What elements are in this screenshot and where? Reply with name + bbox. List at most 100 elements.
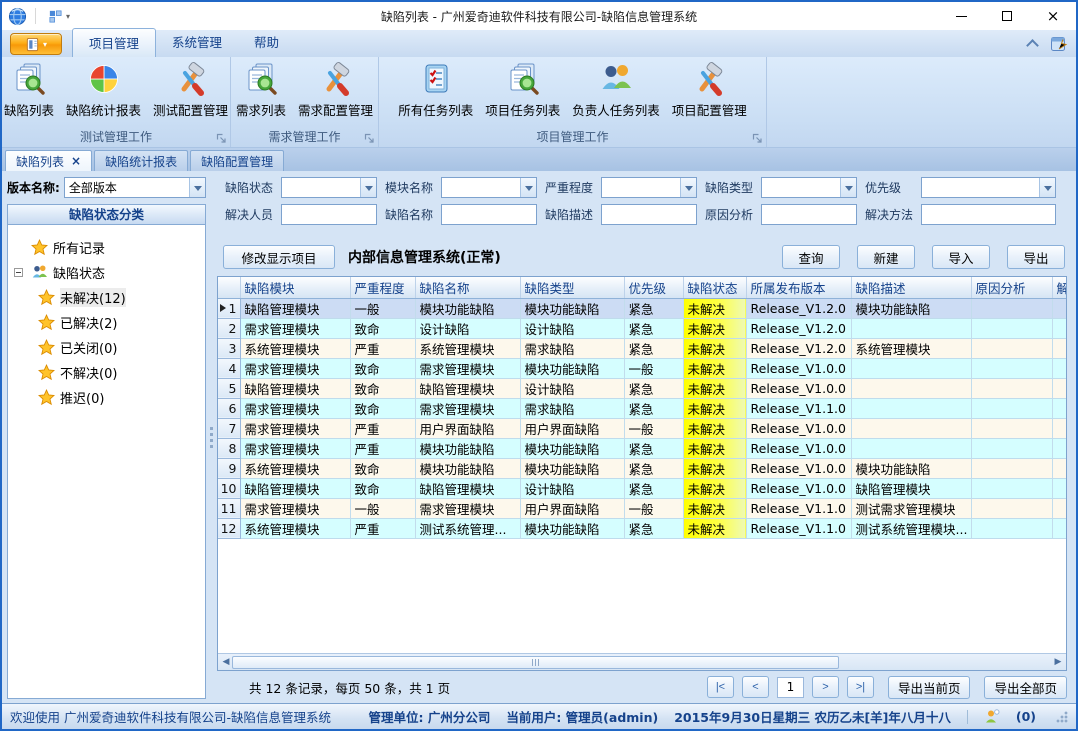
version-combobox[interactable]: 全部版本 [64, 177, 206, 198]
next-page-button[interactable]: > [812, 676, 839, 698]
chevron-down-icon[interactable] [840, 178, 856, 197]
cell-缺陷类型: 模块功能缺陷 [520, 358, 624, 378]
cell-解决方法 [1052, 438, 1066, 458]
chevron-down-icon[interactable] [1039, 178, 1055, 197]
table-row[interactable]: 7需求管理模块严重用户界面缺陷用户界面缺陷一般未解决Release_V1.0.0 [218, 418, 1066, 438]
panel-splitter[interactable] [207, 171, 216, 703]
tree-item-缺陷状态[interactable]: 缺陷状态 [10, 260, 203, 285]
column-header-解决方法[interactable]: 解决方法 [1052, 277, 1066, 298]
table-row[interactable]: 2需求管理模块致命设计缺陷设计缺陷紧急未解决Release_V1.2.0 [218, 318, 1066, 338]
tree-item-推迟(0)[interactable]: 推迟(0) [10, 385, 203, 410]
dialog-launcher-icon[interactable] [216, 133, 227, 144]
column-header-缺陷类型[interactable]: 缺陷类型 [520, 277, 624, 298]
filter-input-原因分析[interactable] [761, 204, 857, 225]
table-row[interactable]: 12系统管理模块严重测试系统管理...模块功能缺陷紧急未解决Release_V1… [218, 518, 1066, 538]
column-header-优先级[interactable]: 优先级 [624, 277, 683, 298]
table-row[interactable]: 3系统管理模块严重系统管理模块需求缺陷紧急未解决Release_V1.2.0系统… [218, 338, 1066, 358]
tree-item-不解决(0)[interactable]: 不解决(0) [10, 360, 203, 385]
action-button-导入[interactable]: 导入 [932, 245, 990, 269]
column-header-缺陷描述[interactable]: 缺陷描述 [851, 277, 971, 298]
filter-combobox-缺陷状态[interactable] [281, 177, 377, 198]
ribbon-right-icons [1026, 35, 1068, 53]
tree-item-已关闭(0)[interactable]: 已关闭(0) [10, 335, 203, 360]
ribbon-button-负责人任务列表[interactable]: 负责人任务列表 [566, 60, 666, 121]
table-row[interactable]: 1缺陷管理模块一般模块功能缺陷模块功能缺陷紧急未解决Release_V1.2.0… [218, 298, 1066, 318]
column-header-原因分析[interactable]: 原因分析 [971, 277, 1052, 298]
chevron-down-icon[interactable] [189, 178, 205, 197]
ribbon-button-项目任务列表[interactable]: 项目任务列表 [479, 60, 566, 121]
action-button-查询[interactable]: 查询 [782, 245, 840, 269]
document-tab-缺陷列表[interactable]: 缺陷列表× [5, 150, 92, 171]
table-row[interactable]: 9系统管理模块致命模块功能缺陷模块功能缺陷紧急未解决Release_V1.0.0… [218, 458, 1066, 478]
ribbon-tab-系统管理[interactable]: 系统管理 [156, 28, 238, 57]
close-tab-icon[interactable]: × [71, 155, 81, 167]
prev-page-button[interactable]: < [742, 676, 769, 698]
filter-input-缺陷名称[interactable] [441, 204, 537, 225]
document-tab-缺陷统计报表[interactable]: 缺陷统计报表 [94, 150, 188, 171]
document-tab-缺陷配置管理[interactable]: 缺陷配置管理 [190, 150, 284, 171]
dialog-launcher-icon[interactable] [364, 133, 375, 144]
page-number-input[interactable] [777, 677, 804, 698]
table-row[interactable]: 4需求管理模块致命需求管理模块模块功能缺陷一般未解决Release_V1.0.0 [218, 358, 1066, 378]
column-header-所属发布版本[interactable]: 所属发布版本 [746, 277, 851, 298]
maximize-button[interactable] [984, 2, 1030, 30]
application-menu-button[interactable]: ▾ [10, 33, 62, 55]
filter-combobox-严重程度[interactable] [601, 177, 697, 198]
filter-input-解决方法[interactable] [921, 204, 1056, 225]
cell-严重程度: 致命 [350, 398, 415, 418]
resize-grip-icon[interactable] [1056, 711, 1068, 723]
ribbon-button-需求列表[interactable]: 需求列表 [230, 60, 292, 121]
filter-input-解决人员[interactable] [281, 204, 377, 225]
column-header-严重程度[interactable]: 严重程度 [350, 277, 415, 298]
scroll-right-icon[interactable]: ▶ [1052, 657, 1064, 667]
modify-display-items-button[interactable]: 修改显示项目 [223, 245, 335, 269]
action-button-新建[interactable]: 新建 [857, 245, 915, 269]
table-row[interactable]: 5缺陷管理模块致命缺陷管理模块设计缺陷紧急未解决Release_V1.0.0 [218, 378, 1066, 398]
export-current-page-button[interactable]: 导出当前页 [888, 676, 971, 699]
dialog-launcher-icon[interactable] [752, 133, 763, 144]
column-header-缺陷名称[interactable]: 缺陷名称 [415, 277, 520, 298]
first-page-button[interactable]: |< [707, 676, 734, 698]
cell-解决方法 [1052, 518, 1066, 538]
chevron-down-icon[interactable] [360, 178, 376, 197]
ribbon-button-测试配置管理[interactable]: 测试配置管理 [147, 60, 234, 121]
table-row[interactable]: 10缺陷管理模块致命缺陷管理模块设计缺陷紧急未解决Release_V1.0.0缺… [218, 478, 1066, 498]
scroll-left-icon[interactable]: ◀ [220, 657, 232, 667]
menu-icon [25, 37, 40, 52]
ribbon-button-项目配置管理[interactable]: 项目配置管理 [666, 60, 753, 121]
table-row[interactable]: 11需求管理模块一般需求管理模块用户界面缺陷一般未解决Release_V1.1.… [218, 498, 1066, 518]
filter-input-缺陷描述[interactable] [601, 204, 697, 225]
ribbon-tab-帮助[interactable]: 帮助 [238, 28, 295, 57]
ribbon-tab-项目管理[interactable]: 项目管理 [72, 28, 156, 57]
minimize-button[interactable] [938, 2, 984, 30]
last-page-button[interactable]: >| [847, 676, 874, 698]
quick-access-toolbar[interactable]: ▾ [44, 7, 74, 26]
chevron-down-icon[interactable] [520, 178, 536, 197]
ribbon-button-缺陷列表[interactable]: 缺陷列表 [0, 60, 60, 121]
tree-item-所有记录[interactable]: 所有记录 [10, 235, 203, 260]
export-all-pages-button[interactable]: 导出全部页 [984, 676, 1067, 699]
filter-label-解决人员: 解决人员 [225, 206, 281, 223]
filter-combobox-优先级[interactable] [921, 177, 1056, 198]
close-button[interactable]: × [1030, 2, 1076, 30]
ribbon-button-需求配置管理[interactable]: 需求配置管理 [292, 60, 379, 121]
column-header-缺陷模块[interactable]: 缺陷模块 [240, 277, 350, 298]
tree-item-已解决(2)[interactable]: 已解决(2) [10, 310, 203, 335]
window-help-icon[interactable] [1050, 35, 1068, 53]
horizontal-scrollbar[interactable]: ◀ ▶ [218, 653, 1066, 670]
filter-combobox-模块名称[interactable] [441, 177, 537, 198]
tree-item-未解决(12)[interactable]: 未解决(12) [10, 285, 203, 310]
table-row[interactable]: 8需求管理模块严重模块功能缺陷模块功能缺陷紧急未解决Release_V1.0.0 [218, 438, 1066, 458]
scrollbar-thumb[interactable] [232, 656, 839, 669]
collapse-expander-icon[interactable] [14, 268, 23, 277]
table-row[interactable]: 6需求管理模块致命需求管理模块需求缺陷紧急未解决Release_V1.1.0 [218, 398, 1066, 418]
scrollbar-track[interactable] [232, 656, 1052, 669]
ribbon-button-缺陷统计报表[interactable]: 缺陷统计报表 [60, 60, 147, 121]
chevron-up-icon[interactable] [1026, 40, 1040, 48]
ribbon-button-所有任务列表[interactable]: 所有任务列表 [392, 60, 479, 121]
action-button-导出[interactable]: 导出 [1007, 245, 1065, 269]
chevron-down-icon[interactable] [680, 178, 696, 197]
star-icon [38, 389, 55, 406]
column-header-缺陷状态[interactable]: 缺陷状态 [683, 277, 746, 298]
filter-combobox-缺陷类型[interactable] [761, 177, 857, 198]
